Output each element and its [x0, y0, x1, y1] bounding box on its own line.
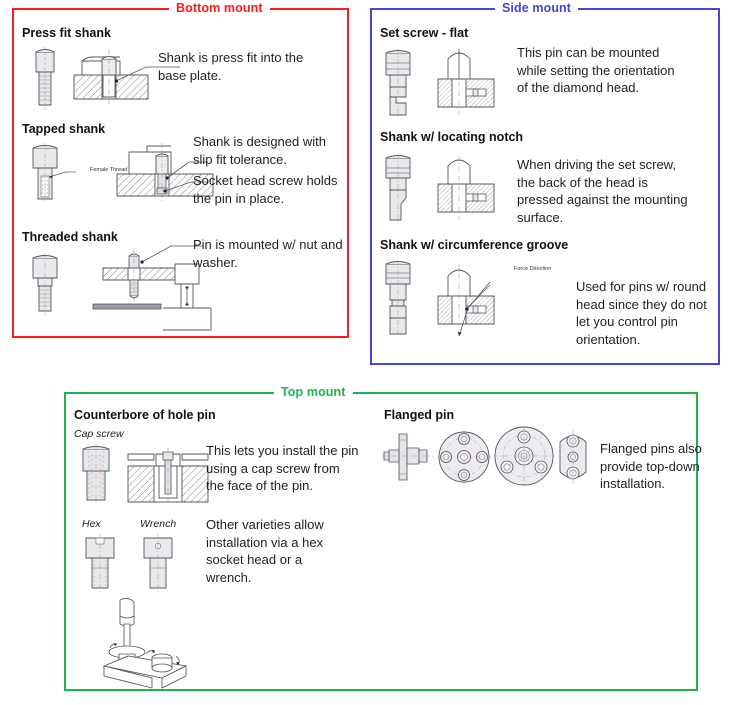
heading-flanged-pin: Flanged pin [384, 408, 455, 422]
figure-press-fit-section [72, 45, 180, 113]
figure-pin-elevation-threaded [24, 252, 70, 316]
panel-title-side-mount: Side mount [495, 1, 579, 15]
figure-cap-screw-pin [74, 442, 122, 504]
figure-set-screw-section [432, 45, 510, 121]
caption-hex: Hex [82, 518, 101, 530]
text-press-fit-shank: Shank is press fit into the base plate. [158, 50, 304, 83]
text-shank-circumference-groove: Used for pins w/ round head since they d… [576, 279, 707, 347]
label-force-direction: Force Direction [514, 266, 552, 272]
figure-iso-assembly [92, 596, 212, 689]
heading-set-screw-flat: Set screw - flat [380, 26, 469, 40]
figure-flange-side [381, 430, 435, 486]
panel-title-top-mount: Top mount [274, 385, 353, 399]
figure-pin-notch-elevation [378, 152, 420, 224]
text-counterbore-2: Other varieties allow installation via a… [206, 517, 324, 585]
figure-flange-face-3hole [491, 424, 557, 488]
figure-hex-pin [78, 532, 124, 594]
figure-pin-elevation-tapped [22, 142, 76, 204]
text-set-screw-flat: This pin can be mounted while setting th… [517, 45, 675, 95]
figure-pin-flat-elevation [378, 45, 420, 121]
text-threaded-shank: Pin is mounted w/ nut and washer. [193, 237, 343, 270]
heading-press-fit-shank: Press fit shank [22, 26, 111, 40]
figure-counterbore-section [126, 446, 210, 506]
heading-counterbore-of-hole-pin: Counterbore of hole pin [74, 408, 216, 422]
figure-flange-face-oval [556, 428, 590, 486]
caption-cap-screw: Cap screw [74, 428, 124, 440]
heading-tapped-shank: Tapped shank [22, 122, 106, 136]
heading-shank-circumference-groove: Shank w/ circumference groove [380, 238, 569, 252]
text-tapped-shank-1: Shank is designed with slip fit toleranc… [193, 134, 326, 167]
caption-wrench: Wrench [140, 518, 177, 530]
heading-shank-locating-notch: Shank w/ locating notch [380, 130, 524, 144]
text-tapped-shank-2: Socket head screw holds the pin in place… [193, 173, 338, 206]
figure-pin-elevation-press-fit [22, 45, 70, 113]
figure-groove-section [432, 258, 522, 340]
text-counterbore-1: This lets you install the pin using a ca… [206, 443, 359, 493]
panel-title-bottom-mount: Bottom mount [169, 1, 270, 15]
figure-flange-face-4hole [435, 428, 493, 486]
figure-notch-section [432, 152, 510, 224]
text-flanged-pin: Flanged pins also provide top-down insta… [600, 441, 702, 491]
figure-wrench-pin [136, 532, 182, 594]
text-shank-locating-notch: When driving the set screw, the back of … [517, 157, 688, 225]
figure-pin-groove-elevation [378, 258, 420, 338]
